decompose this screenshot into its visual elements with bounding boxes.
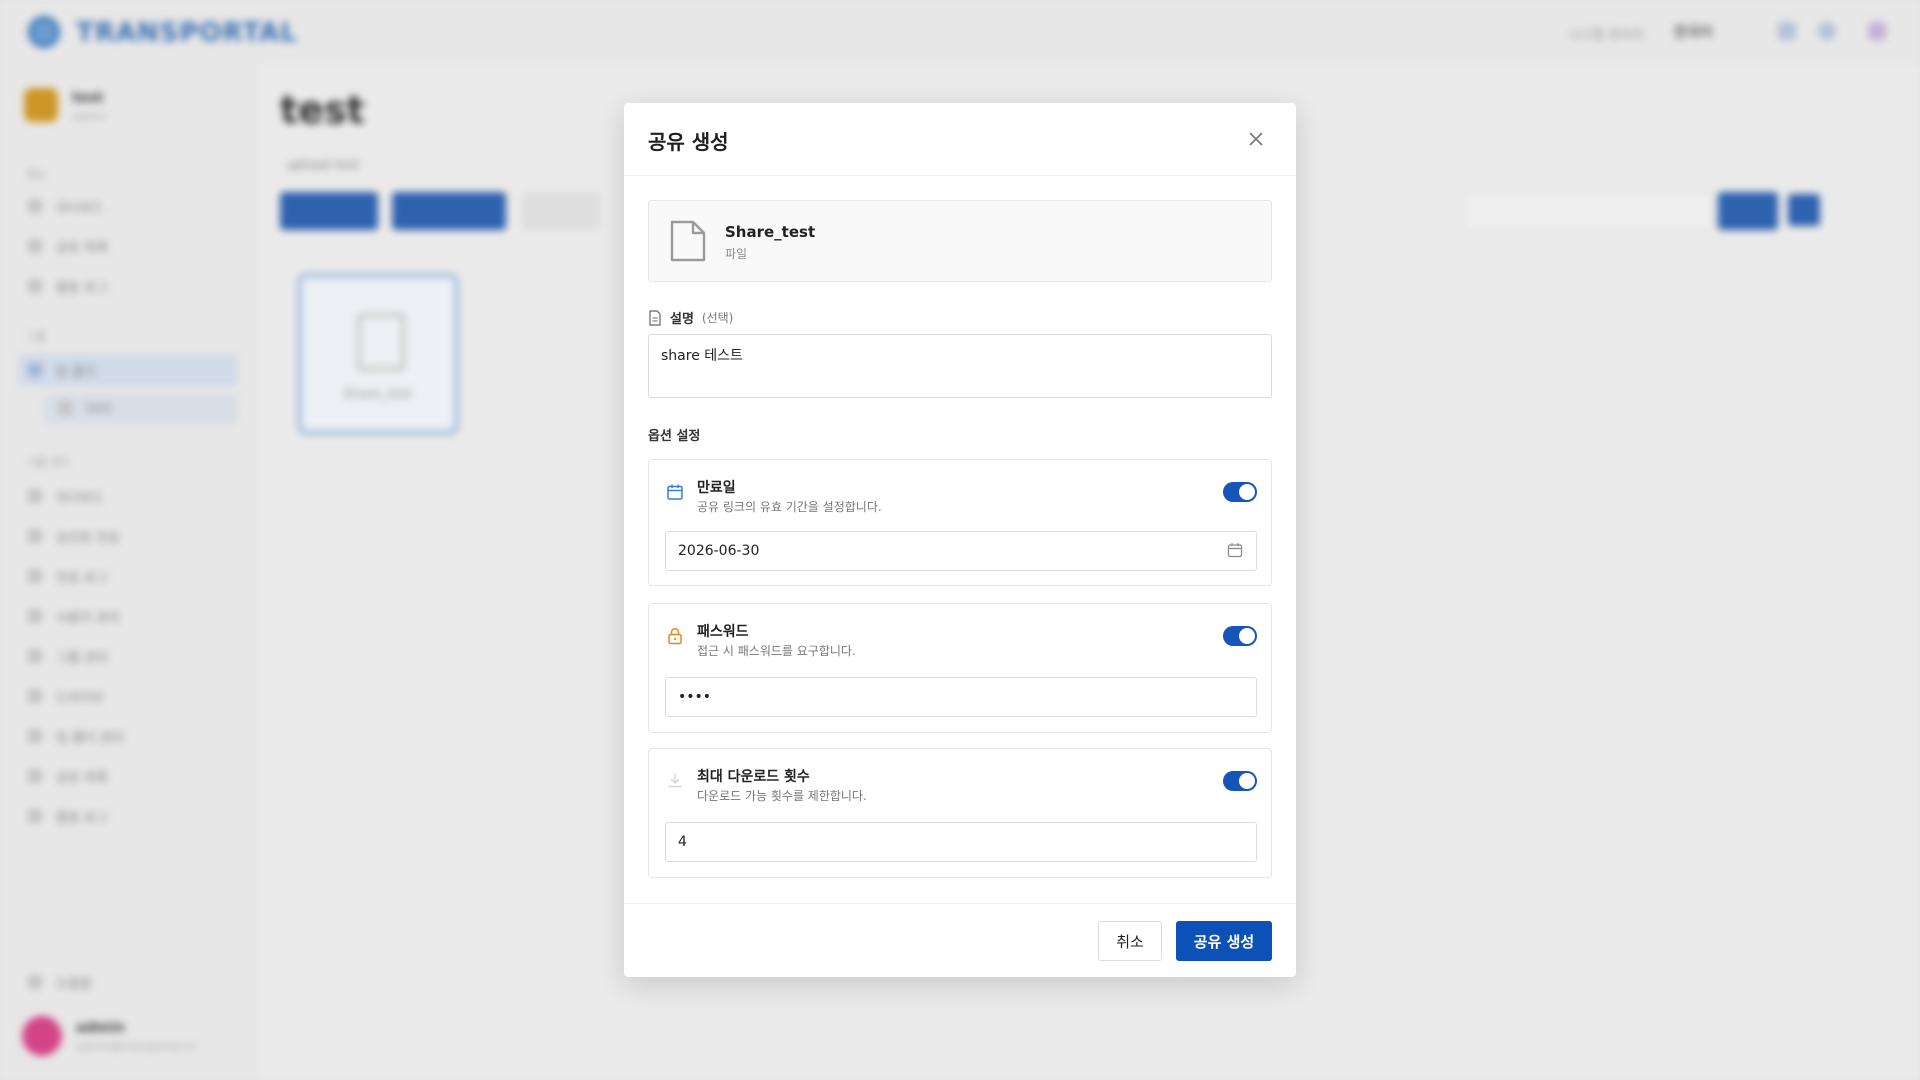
selected-file: Share_test 파일: [648, 200, 1272, 282]
password-toggle[interactable]: [1223, 626, 1257, 646]
modal-header: 공유 생성: [624, 103, 1296, 176]
close-button[interactable]: [1242, 125, 1270, 153]
description-label: 설명: [670, 312, 694, 327]
password-input[interactable]: [665, 677, 1257, 717]
options-title: 옵션 설정: [648, 429, 701, 444]
modal-title: 공유 생성: [648, 130, 729, 154]
description-label-row: 설명 (선택): [648, 308, 733, 327]
password-option: 패스워드 접근 시 패스워드를 요구합니다.: [648, 603, 1272, 733]
expiry-toggle[interactable]: [1223, 482, 1257, 502]
password-title: 패스워드: [697, 624, 749, 640]
toggle-knob: [1239, 628, 1255, 644]
calendar-icon: [665, 482, 685, 502]
modal-footer: 취소 공유 생성: [624, 903, 1296, 977]
description-optional: (선택): [701, 311, 734, 325]
expiry-option: 만료일 공유 링크의 유효 기간을 설정합니다.: [648, 459, 1272, 586]
cancel-button[interactable]: 취소: [1098, 921, 1162, 961]
expiry-desc: 공유 링크의 유효 기간을 설정합니다.: [697, 500, 882, 514]
close-icon: [1249, 132, 1263, 146]
lock-icon: [665, 626, 685, 646]
toggle-knob: [1239, 773, 1255, 789]
max-downloads-desc: 다운로드 가능 횟수를 제한합니다.: [697, 789, 867, 803]
expiry-date-field: [665, 531, 1257, 571]
password-desc: 접근 시 패스워드를 요구합니다.: [697, 644, 856, 658]
share-create-modal: 공유 생성 Share_test 파일 설명 (선택) share 테스트 옵션…: [624, 103, 1296, 977]
expiry-date-input[interactable]: [665, 531, 1257, 571]
download-icon: [665, 771, 685, 791]
max-downloads-option: 최대 다운로드 횟수 다운로드 가능 횟수를 제한합니다.: [648, 748, 1272, 878]
file-type: 파일: [725, 247, 748, 261]
max-downloads-input[interactable]: [665, 822, 1257, 862]
file-name: Share_test: [725, 223, 816, 241]
document-icon: [649, 309, 661, 326]
description-input[interactable]: share 테스트: [648, 334, 1272, 398]
max-downloads-toggle[interactable]: [1223, 771, 1257, 791]
toggle-knob: [1239, 484, 1255, 500]
expiry-title: 만료일: [697, 480, 736, 496]
file-icon: [669, 219, 707, 267]
create-share-button[interactable]: 공유 생성: [1176, 921, 1272, 961]
calendar-icon: [1227, 543, 1243, 558]
max-downloads-title: 최대 다운로드 횟수: [697, 769, 810, 785]
date-picker-button[interactable]: [1227, 542, 1245, 560]
